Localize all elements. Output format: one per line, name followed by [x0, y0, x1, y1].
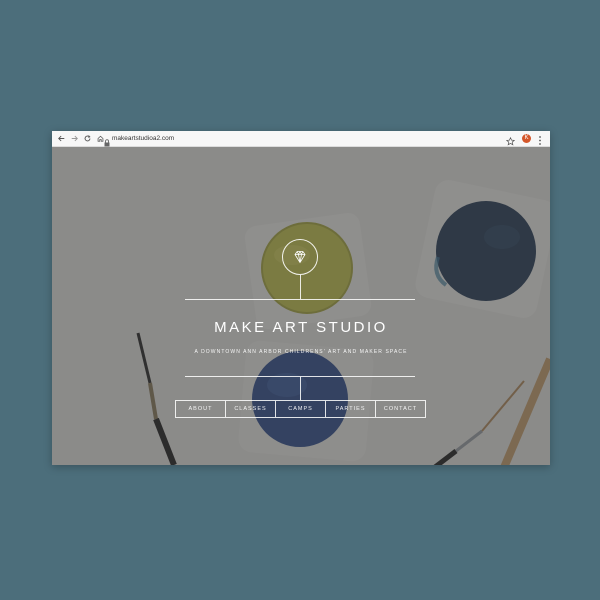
divider-vertical-top — [300, 275, 301, 299]
address-bar[interactable]: makeartstudioa2.com — [112, 133, 174, 144]
hero-section: MAKE ART STUDIO A DOWNTOWN ANN ARBOR CHI… — [52, 147, 550, 465]
nav-item-contact[interactable]: CONTACT — [376, 401, 425, 417]
reload-icon[interactable] — [82, 133, 93, 144]
divider-horizontal-top — [185, 299, 415, 300]
nav-item-classes[interactable]: CLASSES — [226, 401, 276, 417]
diamond-icon — [294, 251, 306, 263]
avatar[interactable]: K — [522, 134, 531, 143]
page-title: MAKE ART STUDIO — [214, 319, 388, 336]
nav-item-camps[interactable]: CAMPS — [276, 401, 326, 417]
nav-item-about[interactable]: ABOUT — [176, 401, 226, 417]
logo-badge[interactable] — [282, 239, 318, 275]
divider-vertical-bottom — [300, 377, 301, 400]
nav-item-parties[interactable]: PARTIES — [326, 401, 376, 417]
back-arrow-icon[interactable] — [56, 133, 67, 144]
forward-arrow-icon[interactable] — [69, 133, 80, 144]
browser-window: makeartstudioa2.com K MAKE ART STUDIO A … — [52, 131, 550, 465]
browser-toolbar: makeartstudioa2.com K — [52, 131, 550, 147]
main-nav: ABOUT CLASSES CAMPS PARTIES CONTACT — [175, 400, 426, 418]
tagline: A DOWNTOWN ANN ARBOR CHILDRENS' ART AND … — [194, 349, 408, 355]
